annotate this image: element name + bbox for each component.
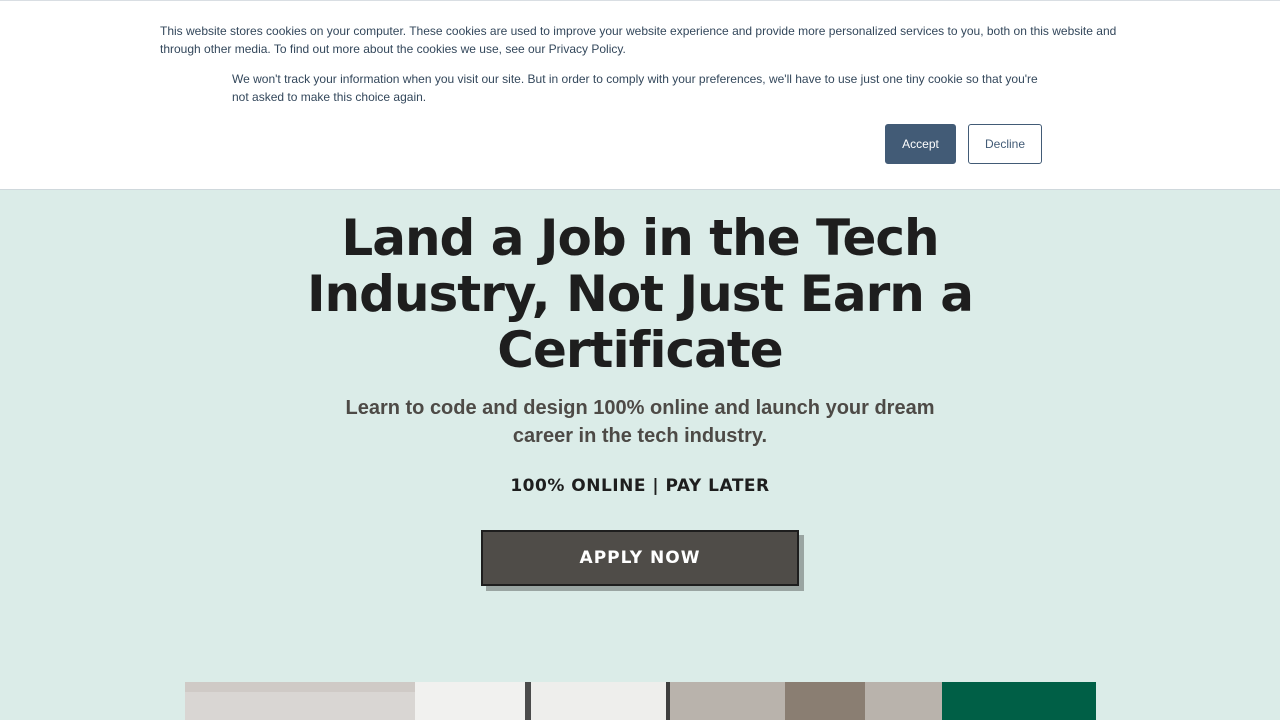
photo-shelf-segment <box>185 682 415 692</box>
photo-window-segment <box>415 682 525 720</box>
photo-green-panel <box>942 682 1096 720</box>
hero-subtitle: Learn to code and design 100% online and… <box>345 397 935 447</box>
cookie-tracking-notice: We won't track your information when you… <box>232 72 1038 104</box>
hero-photo <box>185 682 1096 720</box>
accept-cookies-button[interactable]: Accept <box>885 124 956 164</box>
apply-now-button[interactable]: APPLY NOW <box>481 530 799 586</box>
photo-hair-segment <box>785 682 865 720</box>
photo-window-segment-2 <box>531 682 666 720</box>
decline-cookies-button[interactable]: Decline <box>968 124 1042 164</box>
hero-title: Land a Job in the Tech Industry, Not Jus… <box>306 209 974 379</box>
hero-tagline: 100% ONLINE | PAY LATER <box>510 476 770 496</box>
cookie-notice-text: This website stores cookies on your comp… <box>160 24 1117 56</box>
cookie-consent-banner: This website stores cookies on your comp… <box>0 0 1280 190</box>
